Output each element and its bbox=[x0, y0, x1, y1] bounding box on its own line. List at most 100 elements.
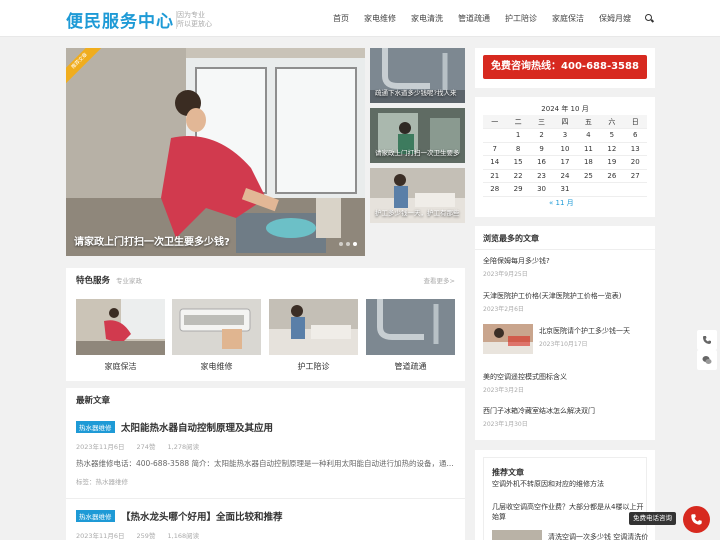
slider-dot[interactable] bbox=[346, 242, 350, 246]
popular-post[interactable]: 北京医院请个护工多少钱一天 2023年10月17日 bbox=[483, 324, 647, 356]
calendar-day: 1 bbox=[506, 128, 530, 143]
feature-pipe-dredging[interactable]: 管道疏通 bbox=[366, 299, 455, 372]
calendar-day: 11 bbox=[576, 142, 601, 156]
article-title[interactable]: 【热水龙头哪个好用】全面比较和推荐 bbox=[121, 512, 283, 523]
calendar-day: 10 bbox=[553, 142, 577, 156]
calendar-next-month-link[interactable]: « 11 月 bbox=[549, 198, 574, 208]
calendar-day: 7 bbox=[483, 142, 507, 156]
featured-slider[interactable]: 推荐文章 请家政上门打扫一次卫生要多少钱? bbox=[66, 48, 365, 256]
free-call-label[interactable]: 免费电话咨询 bbox=[629, 512, 676, 525]
feature-nursing[interactable]: 护工陪诊 bbox=[269, 299, 358, 372]
calendar-widget: 2024 年 10 月 一 二 三 四 五 六 日 1 2 3 4 5 6 7 … bbox=[475, 97, 655, 217]
calendar-day: 6 bbox=[623, 128, 647, 143]
widget-title: 浏览最多的文章 bbox=[483, 234, 539, 243]
feature-image bbox=[269, 299, 358, 355]
weekday: 四 bbox=[553, 115, 577, 129]
calendar-day bbox=[483, 128, 507, 143]
nav-item-pipe-dredging[interactable]: 管道疏通 bbox=[458, 13, 490, 24]
recommended-post[interactable]: 空调外机不转原因和对应的维修方法 bbox=[492, 479, 647, 489]
calendar-day bbox=[623, 182, 647, 197]
nav-item-nursing[interactable]: 护工陪诊 bbox=[505, 13, 537, 24]
float-wechat-button[interactable] bbox=[697, 350, 717, 370]
free-call-button[interactable] bbox=[683, 506, 710, 533]
popular-post[interactable]: 西门子冰箱冷藏室结冰怎么解决双门 2023年1月30日 bbox=[483, 406, 647, 428]
slider-caption[interactable]: 请家政上门打扫一次卫生要多少钱? bbox=[74, 233, 230, 248]
phone-icon bbox=[703, 336, 711, 344]
float-phone-button[interactable] bbox=[697, 330, 717, 350]
feature-home-cleaning[interactable]: 家庭保洁 bbox=[76, 299, 165, 372]
slider-dot-active[interactable] bbox=[353, 242, 357, 246]
calendar-day: 21 bbox=[483, 169, 507, 183]
section-title: 最新文章 bbox=[76, 396, 111, 406]
recommended-thumbnail bbox=[492, 530, 542, 540]
thumb-nursing[interactable]: 护工多少钱一天，护工有那些 bbox=[370, 168, 465, 223]
calendar-day bbox=[600, 182, 624, 197]
phone-icon bbox=[691, 514, 702, 525]
feature-appliance-repair[interactable]: 家电维修 bbox=[172, 299, 261, 372]
recommended-post[interactable]: 清洗空调一次多少钱 空调清洗价目 bbox=[548, 532, 648, 540]
view-count: 1,168阅读 bbox=[167, 532, 200, 540]
search-icon[interactable] bbox=[645, 14, 654, 23]
post-title[interactable]: 北京医院请个护工多少钱一天 bbox=[539, 324, 647, 336]
article-excerpt: 热水器维修电话：400-688-3588 简介：太阳能热水器自动控制原理是一种利… bbox=[76, 459, 454, 468]
thumb-cleaning[interactable]: 请家政上门打扫一次卫生要多 bbox=[370, 108, 465, 163]
post-title[interactable]: 西门子冰箱冷藏室结冰怎么解决双门 bbox=[483, 406, 647, 416]
post-title[interactable]: 全陪保姆每月多少钱? bbox=[483, 256, 647, 266]
like-count: 259赞 bbox=[136, 532, 156, 540]
hotline-button[interactable]: 免费咨询热线：400-688-3588 bbox=[483, 55, 647, 79]
calendar-day: 5 bbox=[600, 128, 624, 143]
weekday: 五 bbox=[576, 115, 601, 129]
thumb-pipe[interactable]: 疏通下水道多少钱呢?找人来 bbox=[370, 48, 465, 103]
popular-post[interactable]: 全陪保姆每月多少钱? 2023年9月25日 bbox=[483, 256, 647, 278]
post-title[interactable]: 美的空调遥控模式图标含义 bbox=[483, 372, 647, 382]
like-count: 274赞 bbox=[136, 443, 156, 451]
slider-dots bbox=[336, 242, 357, 246]
weekday: 日 bbox=[623, 115, 647, 129]
feature-image bbox=[172, 299, 261, 355]
site-logo[interactable]: 便民服务中心 bbox=[66, 7, 174, 32]
article-title[interactable]: 太阳能热水器自动控制原理及其应用 bbox=[121, 423, 273, 434]
feature-label: 管道疏通 bbox=[394, 362, 427, 371]
article-item[interactable]: 热水器维修 太阳能热水器自动控制原理及其应用 2023年11月6日 274赞 1… bbox=[76, 420, 455, 486]
calendar-day: 4 bbox=[576, 128, 601, 143]
calendar-day: 8 bbox=[506, 142, 530, 156]
weekday: 一 bbox=[483, 115, 507, 129]
article-item[interactable]: 热水器维修 【热水龙头哪个好用】全面比较和推荐 2023年11月6日 259赞 … bbox=[76, 509, 455, 540]
article-tags[interactable]: 标签：热水器维修 bbox=[76, 476, 455, 486]
post-title[interactable]: 天津医院护工价格(天津医院护工价格一览表) bbox=[483, 291, 647, 301]
nav-item-home-cleaning[interactable]: 家庭保洁 bbox=[552, 13, 584, 24]
wechat-icon bbox=[702, 356, 712, 364]
calendar-day: 22 bbox=[506, 169, 530, 183]
category-tag[interactable]: 热水器维修 bbox=[76, 421, 115, 433]
thumb-caption: 护工多少钱一天，护工有那些 bbox=[375, 209, 460, 217]
recommended-widget: 推荐文章 空调外机不转原因和对应的维修方法 几层收空调高空作业费？大部分都是从4… bbox=[475, 450, 655, 540]
calendar-day: 20 bbox=[623, 155, 647, 170]
popular-post[interactable]: 美的空调遥控模式图标含义 2023年3月2日 bbox=[483, 372, 647, 394]
calendar-day: 14 bbox=[483, 155, 507, 170]
nav-item-appliance-cleaning[interactable]: 家电清洗 bbox=[411, 13, 443, 24]
article-meta: 2023年11月6日 274赞 1,278阅读 bbox=[76, 441, 455, 451]
recommended-post[interactable]: 几层收空调高空作业费？大部分都是从4楼以上开始算 bbox=[492, 502, 647, 522]
calendar-day: 19 bbox=[600, 155, 624, 170]
slider-dot[interactable] bbox=[339, 242, 343, 246]
nav-item-appliance-repair[interactable]: 家电维修 bbox=[364, 13, 396, 24]
calendar-day: 29 bbox=[506, 182, 530, 197]
slider-photo bbox=[66, 48, 365, 256]
category-tag[interactable]: 热水器维修 bbox=[76, 510, 115, 522]
article-date: 2023年11月6日 bbox=[76, 443, 125, 451]
calendar-day: 3 bbox=[553, 128, 577, 143]
calendar-day: 12 bbox=[600, 142, 624, 156]
calendar-day: 25 bbox=[576, 169, 601, 183]
nav-item-home[interactable]: 首页 bbox=[333, 13, 349, 24]
calendar-day: 15 bbox=[506, 155, 530, 170]
nav-item-nanny[interactable]: 保姆月嫂 bbox=[599, 13, 631, 24]
popular-post[interactable]: 天津医院护工价格(天津医院护工价格一览表) 2023年2月6日 bbox=[483, 291, 647, 313]
divider bbox=[475, 249, 655, 250]
divider bbox=[66, 498, 465, 499]
view-more-link[interactable]: 查看更多> bbox=[424, 275, 455, 285]
view-count: 1,278阅读 bbox=[167, 443, 200, 451]
calendar-day: 16 bbox=[529, 155, 554, 170]
site-header: 便民服务中心 因为专业 所以更放心 首页 家电维修 家电清洗 管道疏通 护工陪诊… bbox=[0, 0, 720, 37]
recommended-box: 推荐文章 空调外机不转原因和对应的维修方法 几层收空调高空作业费？大部分都是从4… bbox=[483, 457, 648, 540]
widget-title: 推荐文章 bbox=[492, 468, 524, 477]
